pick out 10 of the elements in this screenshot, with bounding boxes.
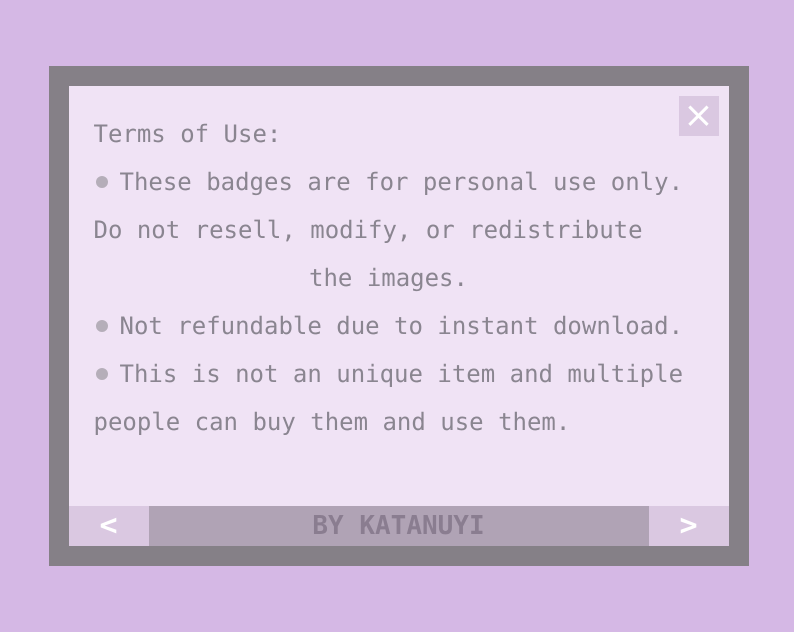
close-button[interactable]: × bbox=[678, 96, 718, 136]
terms-text: These badges are for personal use only. bbox=[120, 167, 684, 197]
terms-text: This is not an unique item and multiple bbox=[120, 359, 684, 389]
terms-text: Do not resell, modify, or redistribute bbox=[94, 215, 643, 245]
terms-text: Not refundable due to instant download. bbox=[120, 311, 684, 341]
terms-text: the images. bbox=[309, 263, 468, 293]
terms-title: Terms of Use: bbox=[94, 119, 282, 149]
previous-button[interactable]: < bbox=[68, 506, 148, 546]
terms-text: people can buy them and use them. bbox=[94, 407, 570, 437]
next-button[interactable]: > bbox=[648, 506, 728, 546]
